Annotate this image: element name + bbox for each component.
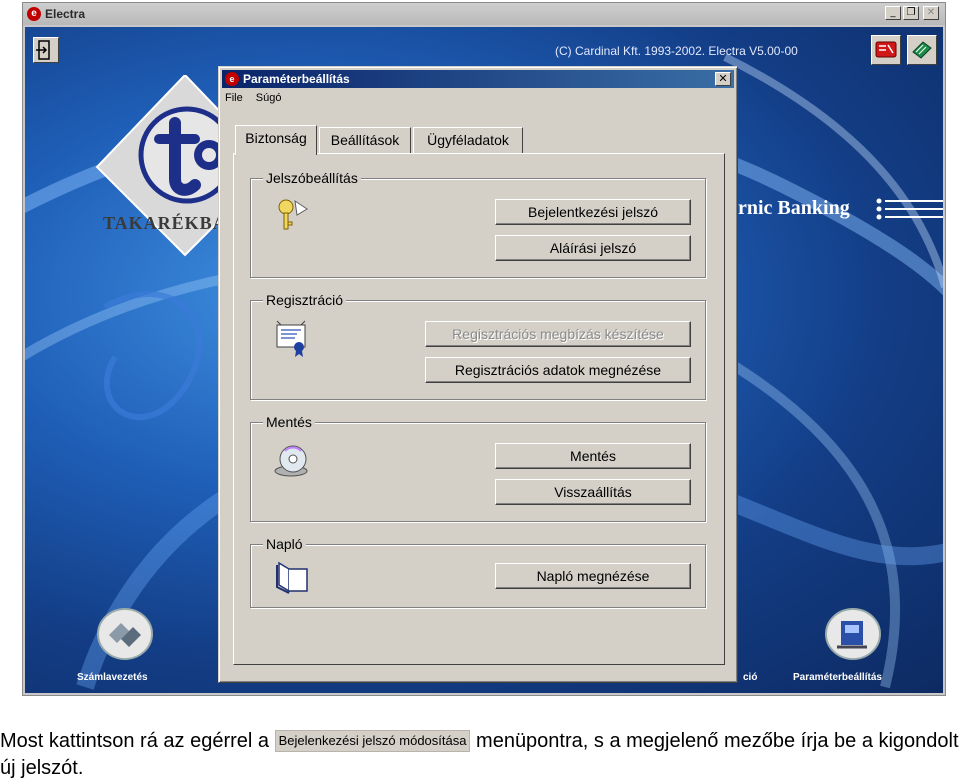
password-settings-group: Jelszóbeállítás Bejelentkezési jelszó Al… [250, 170, 706, 278]
backup-group: Mentés Mentés Visszaállítás [250, 414, 706, 522]
book-icon [276, 561, 308, 594]
create-registration-order-button[interactable]: Regisztrációs megbízás készítése [425, 321, 691, 347]
keys-icon [278, 199, 308, 230]
banking-lines-decoration [876, 198, 943, 220]
app-close-button[interactable]: ✕ [923, 6, 939, 20]
registration-group: Regisztráció Regisztrációs megbízás kész… [250, 292, 706, 400]
dialog-close-button[interactable]: ✕ [715, 72, 731, 86]
certificate-icon [276, 320, 306, 357]
bottom-menu-label[interactable]: ció [743, 672, 757, 683]
app-title-bar: e Electra _ ❐ ✕ [23, 3, 945, 25]
menu-help[interactable]: Súgó [256, 92, 282, 104]
security-tab-panel: Jelszóbeállítás Bejelentkezési jelszó Al… [233, 153, 725, 665]
banking-heading: rnic Banking [738, 197, 850, 219]
electra-app-icon: e [27, 7, 41, 21]
caption-text-before: Most kattintson rá az egérrel a [0, 730, 270, 752]
dialog-title-bar[interactable]: e Paraméterbeállítás ✕ [222, 70, 734, 88]
view-log-button[interactable]: Napló megnézése [495, 563, 691, 589]
signature-password-button[interactable]: Aláírási jelszó [495, 235, 691, 261]
backup-label: Mentés [263, 414, 315, 430]
registration-label: Regisztráció [263, 292, 347, 308]
instruction-caption: Most kattintson rá az egérrel a Bejelenk… [0, 728, 960, 782]
view-registration-data-button[interactable]: Regisztrációs adatok megnézése [425, 357, 691, 383]
dialog-menu-bar: File Súgó [225, 92, 292, 108]
login-password-button[interactable]: Bejelentkezési jelszó [495, 199, 691, 225]
parameter-settings-label[interactable]: Paraméterbeállítás [793, 672, 882, 683]
electra-dialog-icon: e [225, 72, 239, 86]
tab-client-data[interactable]: Ügyféladatok [413, 127, 523, 153]
caption-menu-label: Bejelenkezési jelszó módosítása [274, 730, 471, 752]
disk-icon [274, 445, 308, 477]
menu-file[interactable]: File [225, 92, 243, 104]
parameter-settings-dialog: e Paraméterbeállítás ✕ File Súgó Biztons… [218, 66, 738, 683]
copyright-text: (C) Cardinal Kft. 1993-2002. Electra V5.… [555, 44, 798, 58]
password-settings-label: Jelszóbeállítás [263, 170, 361, 186]
parameter-settings-icon[interactable] [823, 607, 883, 661]
tab-security[interactable]: Biztonság [235, 125, 317, 155]
account-management-icon[interactable] [95, 607, 155, 661]
tab-settings[interactable]: Beállítások [319, 127, 411, 153]
minimize-button[interactable]: _ [885, 6, 901, 20]
exit-icon[interactable] [33, 37, 59, 63]
red-book-icon[interactable] [871, 35, 901, 65]
app-title: Electra [45, 7, 86, 21]
restore-button[interactable]: Visszaállítás [495, 479, 691, 505]
account-management-label[interactable]: Számlavezetés [77, 672, 148, 683]
green-book-icon[interactable] [907, 35, 937, 65]
dialog-title: Paraméterbeállítás [243, 72, 350, 86]
log-label: Napló [263, 536, 306, 552]
maximize-button[interactable]: ❐ [903, 6, 919, 20]
backup-button[interactable]: Mentés [495, 443, 691, 469]
log-group: Napló Napló megnézése [250, 536, 706, 608]
